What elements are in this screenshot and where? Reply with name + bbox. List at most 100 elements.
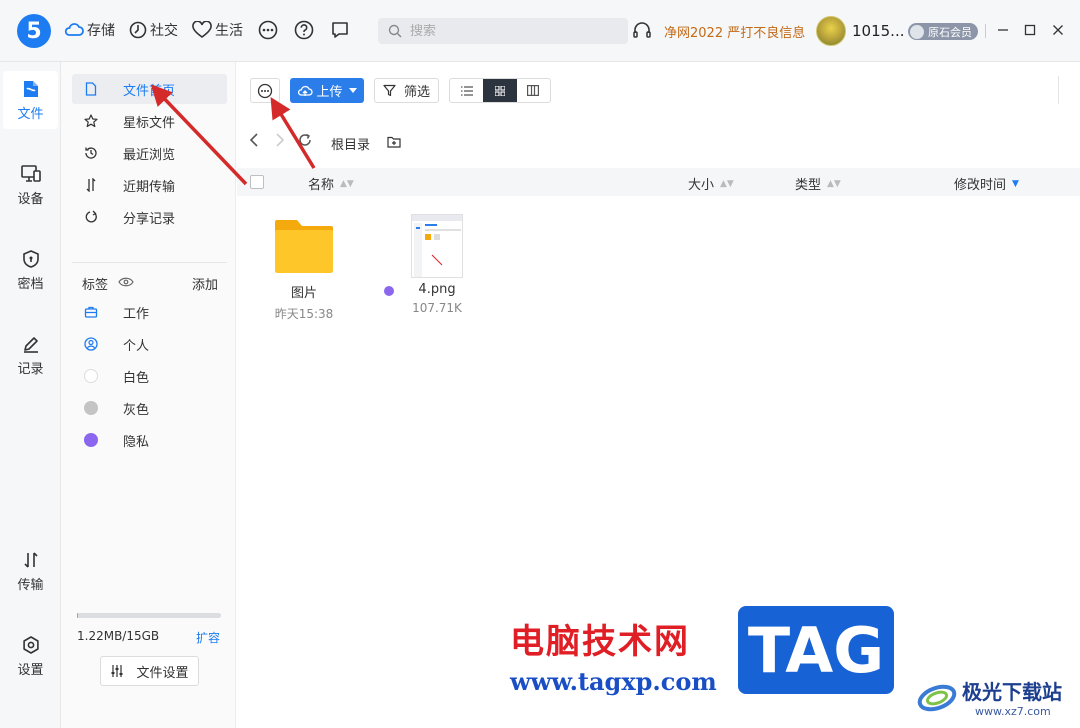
forward-arrow-icon[interactable]: [273, 132, 287, 148]
upload-button[interactable]: 上传: [290, 78, 364, 103]
column-header-size[interactable]: 大小 ▲▼: [688, 174, 734, 193]
tag-label: 工作: [123, 306, 150, 322]
rail-item-settings-label: 设置: [17, 662, 44, 678]
tag-item-personal[interactable]: 个人: [72, 329, 227, 359]
sidebar-item-label: 最近浏览: [123, 147, 176, 163]
nav-storage[interactable]: 存储: [64, 20, 115, 40]
top-nav: 存储 社交 生活: [64, 19, 365, 41]
avatar[interactable]: [816, 16, 846, 46]
file-tile-image[interactable]: 4.png 107.71K: [384, 214, 478, 315]
breadcrumb[interactable]: 根目录: [331, 134, 370, 153]
color-dot-gray: [84, 401, 98, 415]
column-header-type[interactable]: 类型 ▲▼: [795, 174, 841, 193]
storage-progress-fill: [77, 613, 79, 618]
question-icon[interactable]: [293, 19, 315, 41]
minimize-button[interactable]: [995, 22, 1011, 38]
sidebar-item-share-history[interactable]: 分享记录: [72, 202, 227, 232]
tag-item-white[interactable]: 白色: [72, 361, 227, 391]
sidebar-item-transfers[interactable]: 近期传输: [72, 170, 227, 200]
tag-item-gray[interactable]: 灰色: [72, 393, 227, 423]
grid-view-button[interactable]: [483, 79, 517, 102]
rail-item-files-label: 文件: [17, 106, 44, 122]
file-name: 图片: [290, 286, 317, 301]
back-arrow-icon[interactable]: [247, 132, 261, 148]
column-view-button[interactable]: [517, 79, 550, 102]
gear-icon: [22, 635, 39, 654]
watermark-tag-logo: TAG: [738, 606, 894, 694]
rail-item-transfer-label: 传输: [17, 577, 44, 593]
announcement-link[interactable]: 净网2022 严打不良信息: [664, 22, 805, 41]
tag-item-work[interactable]: 工作: [72, 297, 227, 327]
username[interactable]: 1015...: [852, 22, 904, 40]
person-icon: [84, 337, 98, 351]
file-icon: [23, 80, 38, 97]
search-input[interactable]: [410, 23, 590, 39]
color-dot-white: [84, 369, 98, 383]
search-box[interactable]: [378, 18, 628, 44]
app-logo[interactable]: 5: [17, 14, 51, 48]
sidebar-item-file-home[interactable]: 文件首页: [72, 74, 227, 104]
list-view-button[interactable]: [450, 79, 483, 102]
maximize-button[interactable]: [1022, 22, 1038, 38]
sidebar-item-starred[interactable]: 星标文件: [72, 106, 227, 136]
tag-label: 隐私: [123, 434, 150, 450]
new-folder-icon[interactable]: [387, 135, 401, 149]
more-circle-icon[interactable]: [257, 19, 279, 41]
watermark-brand-url: www.xz7.com: [975, 705, 1051, 718]
device-icon: [20, 164, 41, 182]
filter-button[interactable]: 筛选: [374, 78, 439, 103]
select-all-checkbox[interactable]: [250, 175, 264, 189]
transfer-icon: [23, 551, 38, 568]
briefcase-icon: [84, 305, 98, 319]
rail-item-devices[interactable]: 设备: [3, 156, 58, 214]
sort-icon: ▲▼: [720, 178, 734, 189]
image-thumbnail: [411, 214, 463, 278]
file-settings-button[interactable]: 文件设置: [100, 656, 199, 686]
close-button[interactable]: [1050, 22, 1066, 38]
transfer-icon: [84, 178, 98, 192]
member-badge-icon: [910, 24, 924, 39]
filter-icon: [383, 84, 396, 97]
heart-icon: [192, 21, 212, 38]
rail-item-transfer[interactable]: 传输: [3, 542, 58, 600]
view-switcher: [449, 78, 551, 103]
chat-bubble-icon[interactable]: [329, 19, 351, 41]
filter-label: 筛选: [403, 85, 430, 100]
sidebar-item-label: 文件首页: [123, 83, 176, 99]
rail-item-vault[interactable]: 密档: [3, 241, 58, 299]
sidebar-item-label: 星标文件: [123, 115, 176, 131]
column-header-name[interactable]: 名称 ▲▼: [308, 174, 354, 193]
sort-icon: ▲▼: [340, 178, 354, 189]
rail-item-files[interactable]: 文件: [3, 71, 58, 129]
refresh-icon[interactable]: [297, 132, 313, 148]
star-icon: [84, 114, 98, 128]
column-header-label: 大小: [688, 178, 715, 193]
clock-icon: [129, 21, 147, 39]
sidebar-item-recent[interactable]: 最近浏览: [72, 138, 227, 168]
minimize-icon: [998, 29, 1008, 31]
file-meta: 107.71K: [412, 301, 462, 315]
storage-progress: [77, 613, 221, 618]
close-icon: [1053, 25, 1063, 35]
maximize-icon: [1024, 24, 1036, 36]
rail-item-settings[interactable]: 设置: [3, 627, 58, 685]
file-tile-folder[interactable]: 图片 昨天15:38: [263, 218, 345, 322]
upload-label: 上传: [316, 85, 343, 100]
nav-social[interactable]: 社交: [129, 20, 178, 40]
aurora-logo-icon: [917, 684, 957, 712]
more-button[interactable]: [250, 78, 280, 103]
eye-icon[interactable]: [118, 276, 134, 288]
expand-storage-link[interactable]: 扩容: [196, 629, 220, 646]
column-header-modified[interactable]: 修改时间 ▼: [954, 174, 1019, 193]
tag-item-private[interactable]: 隐私: [72, 425, 227, 455]
rail-item-notes[interactable]: 记录: [3, 326, 58, 384]
member-badge[interactable]: 原石会员: [908, 23, 978, 40]
headset-icon[interactable]: [632, 20, 652, 40]
nav-social-label: 社交: [150, 23, 178, 39]
toolbar-divider: [1058, 76, 1059, 104]
tag-label: 个人: [123, 338, 150, 354]
nav-life[interactable]: 生活: [192, 20, 243, 40]
columns-icon: [527, 85, 540, 96]
sidebar-item-label: 近期传输: [123, 179, 176, 195]
add-tag-button[interactable]: 添加: [192, 274, 218, 293]
